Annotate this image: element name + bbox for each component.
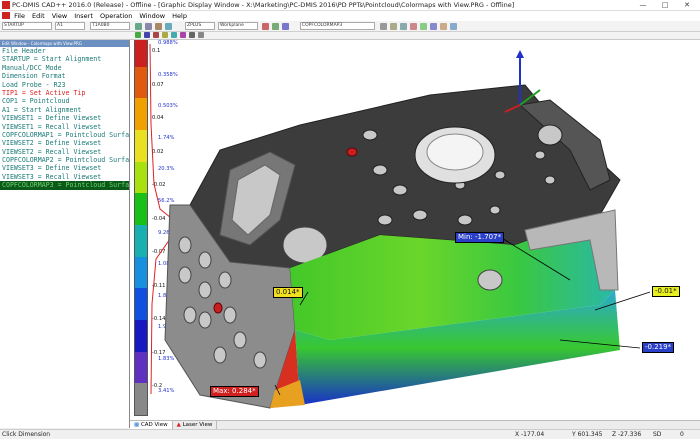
- menu-window[interactable]: Window: [139, 12, 165, 20]
- graphic-icon[interactable]: [272, 23, 279, 30]
- program-line[interactable]: File Header: [0, 47, 129, 55]
- menu-bar: File Edit View Insert Operation Window H…: [0, 11, 700, 21]
- translate-icon[interactable]: [135, 32, 141, 38]
- top-view-icon[interactable]: [189, 32, 195, 38]
- front-view-icon[interactable]: [198, 32, 204, 38]
- program-line[interactable]: VIEWSET1 = Define Viewset: [0, 114, 129, 122]
- program-lines: File Header STARTUP = Start Alignment Manu…: [0, 47, 129, 190]
- min-callout[interactable]: Min: -1.707*: [455, 232, 505, 243]
- workplane2-combo[interactable]: Workplane: [218, 22, 258, 30]
- rotate-icon[interactable]: [144, 32, 150, 38]
- program-line[interactable]: VIEWSET2 = Define Viewset: [0, 139, 129, 147]
- program-line[interactable]: A1 = Start Alignment: [0, 106, 129, 114]
- mode-icon[interactable]: [145, 23, 152, 30]
- menu-insert[interactable]: Insert: [74, 12, 93, 20]
- toolbar-main: STARTUP A1 T1A0B0 ZPLUS Workplane COPFCO…: [0, 21, 700, 32]
- pointcloud-icon[interactable]: [282, 23, 289, 30]
- program-line[interactable]: STARTUP = Start Alignment: [0, 55, 129, 63]
- program-line[interactable]: VIEWSET3 = Define Viewset: [0, 164, 129, 172]
- status-bar: Click Dimension X -177.04 Y 601.345 Z -2…: [0, 429, 700, 438]
- menu-help[interactable]: Help: [172, 12, 187, 20]
- view-tabs: ▦ CAD View ▲ Laser View: [130, 420, 700, 429]
- alignment2-combo[interactable]: A1: [55, 22, 85, 30]
- close-icon[interactable]: ✕: [676, 0, 698, 11]
- value-callout-3[interactable]: -0.219*: [642, 342, 675, 353]
- window-title: PC-DMIS CAD++ 2016.0 (Release) - Offline…: [12, 1, 515, 9]
- tip-combo[interactable]: T1A0B0: [90, 22, 130, 30]
- menu-view[interactable]: View: [52, 12, 67, 20]
- app-icon: [2, 1, 10, 9]
- graphic-display-window[interactable]: 0.1 0.07 0.04 0.02 -0.02 -0.04 -0.07 -0.11 -0.14…: [130, 40, 700, 420]
- colormap-icon[interactable]: [380, 23, 387, 30]
- minimize-icon[interactable]: —: [632, 0, 654, 11]
- program-line[interactable]: COPFCOLORMAP2 = Pointcloud Surface: [0, 156, 129, 164]
- tab-cad-view[interactable]: ▦ CAD View: [130, 421, 173, 429]
- menu-edit[interactable]: Edit: [32, 12, 45, 20]
- program-line[interactable]: Manual/DCC Mode: [0, 64, 129, 72]
- program-line[interactable]: VIEWSET2 = Recall Viewset: [0, 148, 129, 156]
- operator-icon[interactable]: [390, 23, 397, 30]
- cad-view-icon: ▦: [134, 422, 140, 428]
- filter-icon[interactable]: [450, 23, 457, 30]
- tab-laser-view[interactable]: ▲ Laser View: [173, 421, 218, 429]
- alignment-combo[interactable]: STARTUP: [2, 22, 52, 30]
- doc-icon: [2, 12, 10, 19]
- value-callout-1[interactable]: 0.014*: [273, 287, 303, 298]
- program-line[interactable]: COP1 = Pointcloud: [0, 97, 129, 105]
- value-callout-2[interactable]: -0.01*: [652, 286, 680, 297]
- edit-window-header: Edit Window - Colormaps with View.PRG: [0, 40, 129, 47]
- toolbar-secondary: [0, 32, 700, 40]
- fit-icon[interactable]: [171, 32, 177, 38]
- view-icon[interactable]: [155, 23, 162, 30]
- laser-view-icon: ▲: [176, 422, 181, 428]
- iso-view-icon[interactable]: [180, 32, 186, 38]
- program-line[interactable]: TIP1 = Set Active Tip: [0, 89, 129, 97]
- program-line[interactable]: Load Probe - R23: [0, 81, 129, 89]
- scan-icon[interactable]: [430, 23, 437, 30]
- export-icon[interactable]: [420, 23, 427, 30]
- program-line[interactable]: COPFCOLORMAP1 = Pointcloud Surface: [0, 131, 129, 139]
- settings-icon[interactable]: [400, 23, 407, 30]
- part-model: [164, 50, 651, 409]
- max-callout[interactable]: Max: 0.284*: [210, 386, 259, 397]
- title-bar: PC-DMIS CAD++ 2016.0 (Release) - Offline…: [0, 0, 700, 11]
- menu-operation[interactable]: Operation: [100, 12, 132, 20]
- program-line[interactable]: COPFCOLORMAP3 = Pointcloud Surface: [0, 181, 129, 190]
- workplane-combo[interactable]: ZPLUS: [185, 22, 215, 30]
- program-line[interactable]: VIEWSET3 = Recall Viewset: [0, 173, 129, 181]
- report-icon[interactable]: [410, 23, 417, 30]
- zoom-icon[interactable]: [153, 32, 159, 38]
- probe-icon[interactable]: [135, 23, 142, 30]
- maximize-icon[interactable]: □: [654, 0, 676, 11]
- pan-icon[interactable]: [162, 32, 168, 38]
- edit-window: Edit Window - Colormaps with View.PRG Fi…: [0, 40, 130, 428]
- plane-icon[interactable]: [165, 23, 172, 30]
- program-line[interactable]: VIEWSET1 = Recall Viewset: [0, 123, 129, 131]
- measure-icon[interactable]: [440, 23, 447, 30]
- program-line[interactable]: Dimension Format: [0, 72, 129, 80]
- feature-combo[interactable]: COPFCOLORMAP3: [300, 22, 375, 30]
- menu-file[interactable]: File: [14, 12, 25, 20]
- cad-icon[interactable]: [262, 23, 269, 30]
